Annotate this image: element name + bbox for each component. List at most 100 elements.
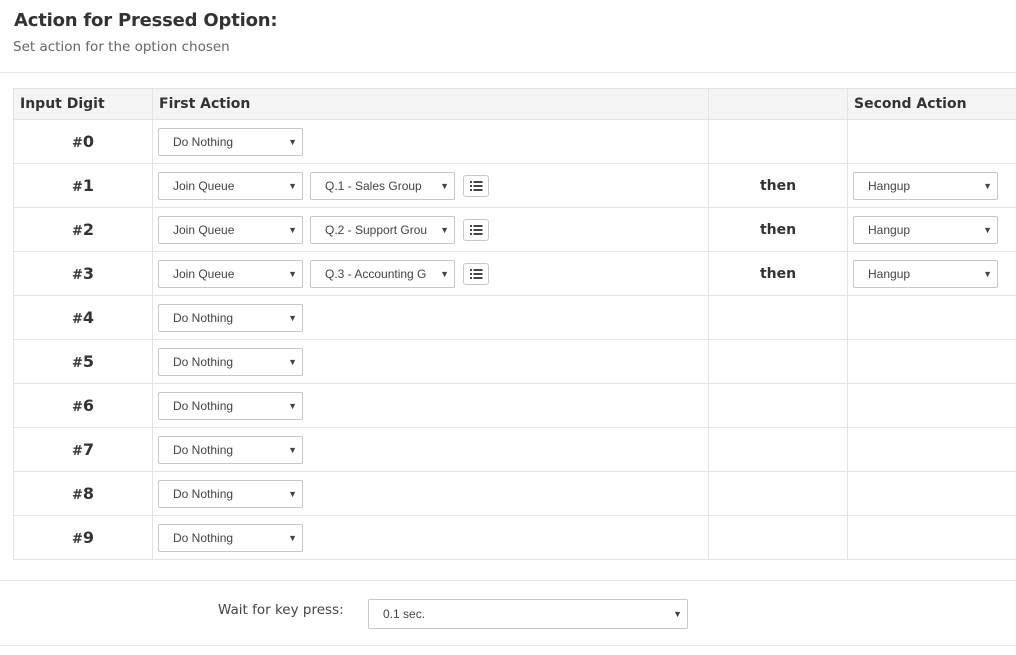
first-action-cell: Do Nothing ▼ [152, 471, 709, 516]
first-action-select-value: Do Nothing [173, 134, 234, 149]
then-cell [708, 119, 848, 164]
then-cell: then [708, 207, 848, 252]
col-spacer [708, 88, 848, 120]
queue-select-value: Q.3 - Accounting G [325, 266, 427, 281]
queue-select-value: Q.1 - Sales Group [325, 178, 422, 193]
then-cell: then [708, 251, 848, 296]
input-digit-cell: #7 [13, 427, 153, 472]
first-action-select-value: Do Nothing [173, 442, 234, 457]
first-action-cell: Do Nothing ▼ [152, 427, 709, 472]
queue-select[interactable]: Q.1 - Sales Group ▼ [310, 171, 455, 200]
second-action-select-value: Hangup [868, 222, 911, 237]
second-action-select[interactable]: Hangup ▼ [853, 215, 998, 244]
col-first-action: First Action [152, 88, 709, 120]
wait-select[interactable]: 0.1 sec. ▼ [368, 599, 688, 629]
second-action-select[interactable]: Hangup ▼ [853, 259, 998, 288]
first-action-select[interactable]: Do Nothing ▼ [158, 523, 303, 552]
then-label: then [759, 265, 797, 282]
table-row: #8 Do Nothing ▼ [13, 471, 1016, 516]
first-action-select-value: Do Nothing [173, 398, 234, 413]
divider [0, 580, 1016, 581]
input-digit-cell: #2 [13, 207, 153, 252]
queue-list-button[interactable] [463, 262, 489, 285]
first-action-select[interactable]: Join Queue ▼ [158, 259, 303, 288]
first-action-select[interactable]: Do Nothing ▼ [158, 435, 303, 464]
caret-down-icon: ▼ [983, 224, 992, 235]
caret-down-icon: ▼ [288, 444, 297, 455]
table-row: #3 Join Queue ▼ Q.3 - Accounting G ▼ then Hang… [13, 251, 1016, 296]
then-cell [708, 515, 848, 560]
input-digit: 9 [82, 528, 95, 547]
then-cell [708, 383, 848, 428]
wait-select-value: 0.1 sec. [383, 607, 426, 621]
first-action-select-value: Do Nothing [173, 530, 234, 545]
table-row: #6 Do Nothing ▼ [13, 383, 1016, 428]
options-table: Input Digit First Action Second Action #… [13, 88, 1016, 560]
first-action-select[interactable]: Join Queue ▼ [158, 215, 303, 244]
caret-down-icon: ▼ [440, 268, 449, 279]
queue-list-button[interactable] [463, 218, 489, 241]
input-digit-cell: #1 [13, 163, 153, 208]
second-action-select[interactable]: Hangup ▼ [853, 171, 998, 200]
first-action-cell: Join Queue ▼ Q.1 - Sales Group ▼ [152, 163, 709, 208]
first-action-cell: Join Queue ▼ Q.3 - Accounting G ▼ [152, 251, 709, 296]
caret-down-icon: ▼ [288, 268, 297, 279]
divider [0, 645, 1016, 646]
input-digit: 5 [82, 352, 95, 371]
input-digit: 7 [82, 440, 95, 459]
first-action-select[interactable]: Do Nothing ▼ [158, 303, 303, 332]
input-digit-cell: #8 [13, 471, 153, 516]
second-action-cell: Hangup ▼ [847, 251, 1016, 296]
input-digit: 1 [82, 176, 95, 195]
input-digit: 2 [82, 220, 95, 239]
second-action-cell: Hangup ▼ [847, 207, 1016, 252]
then-label: then [759, 221, 797, 238]
page-subtitle: Set action for the option chosen [13, 39, 230, 55]
table-row: #2 Join Queue ▼ Q.2 - Support Grou ▼ then Hang… [13, 207, 1016, 252]
first-action-select[interactable]: Do Nothing ▼ [158, 391, 303, 420]
second-action-cell [847, 295, 1016, 340]
input-digit-cell: #5 [13, 339, 153, 384]
second-action-cell [847, 383, 1016, 428]
first-action-select-value: Join Queue [173, 222, 235, 237]
first-action-cell: Do Nothing ▼ [152, 383, 709, 428]
queue-list-button[interactable] [463, 174, 489, 197]
table-row: #9 Do Nothing ▼ [13, 515, 1016, 560]
queue-select[interactable]: Q.2 - Support Grou ▼ [310, 215, 455, 244]
queue-select-value: Q.2 - Support Grou [325, 222, 428, 237]
queue-select[interactable]: Q.3 - Accounting G ▼ [310, 259, 455, 288]
col-second-action: Second Action [847, 88, 1016, 120]
first-action-select-value: Join Queue [173, 266, 235, 281]
then-cell [708, 339, 848, 384]
caret-down-icon: ▼ [288, 180, 297, 191]
input-digit: 0 [82, 132, 95, 151]
caret-down-icon: ▼ [440, 180, 449, 191]
first-action-select[interactable]: Do Nothing ▼ [158, 347, 303, 376]
divider [0, 72, 1016, 73]
caret-down-icon: ▼ [288, 136, 297, 147]
then-cell: then [708, 163, 848, 208]
table-header-row: Input Digit First Action Second Action [13, 88, 1016, 120]
table-row: #5 Do Nothing ▼ [13, 339, 1016, 384]
table-row: #0 Do Nothing ▼ [13, 119, 1016, 164]
caret-down-icon: ▼ [983, 180, 992, 191]
first-action-cell: Do Nothing ▼ [152, 339, 709, 384]
caret-down-icon: ▼ [288, 224, 297, 235]
first-action-select[interactable]: Join Queue ▼ [158, 171, 303, 200]
input-digit: 4 [82, 308, 95, 327]
input-digit-cell: #9 [13, 515, 153, 560]
first-action-select[interactable]: Do Nothing ▼ [158, 127, 303, 156]
first-action-cell: Do Nothing ▼ [152, 515, 709, 560]
second-action-cell [847, 119, 1016, 164]
table-row: #1 Join Queue ▼ Q.1 - Sales Group ▼ then Hangu… [13, 163, 1016, 208]
first-action-select[interactable]: Do Nothing ▼ [158, 479, 303, 508]
wait-label: Wait for key press: [218, 602, 344, 618]
then-cell [708, 427, 848, 472]
input-digit-cell: #0 [13, 119, 153, 164]
table-row: #4 Do Nothing ▼ [13, 295, 1016, 340]
caret-down-icon: ▼ [288, 312, 297, 323]
second-action-cell [847, 515, 1016, 560]
first-action-select-value: Do Nothing [173, 486, 234, 501]
page-title: Action for Pressed Option: [14, 10, 278, 31]
input-digit: 6 [82, 396, 95, 415]
